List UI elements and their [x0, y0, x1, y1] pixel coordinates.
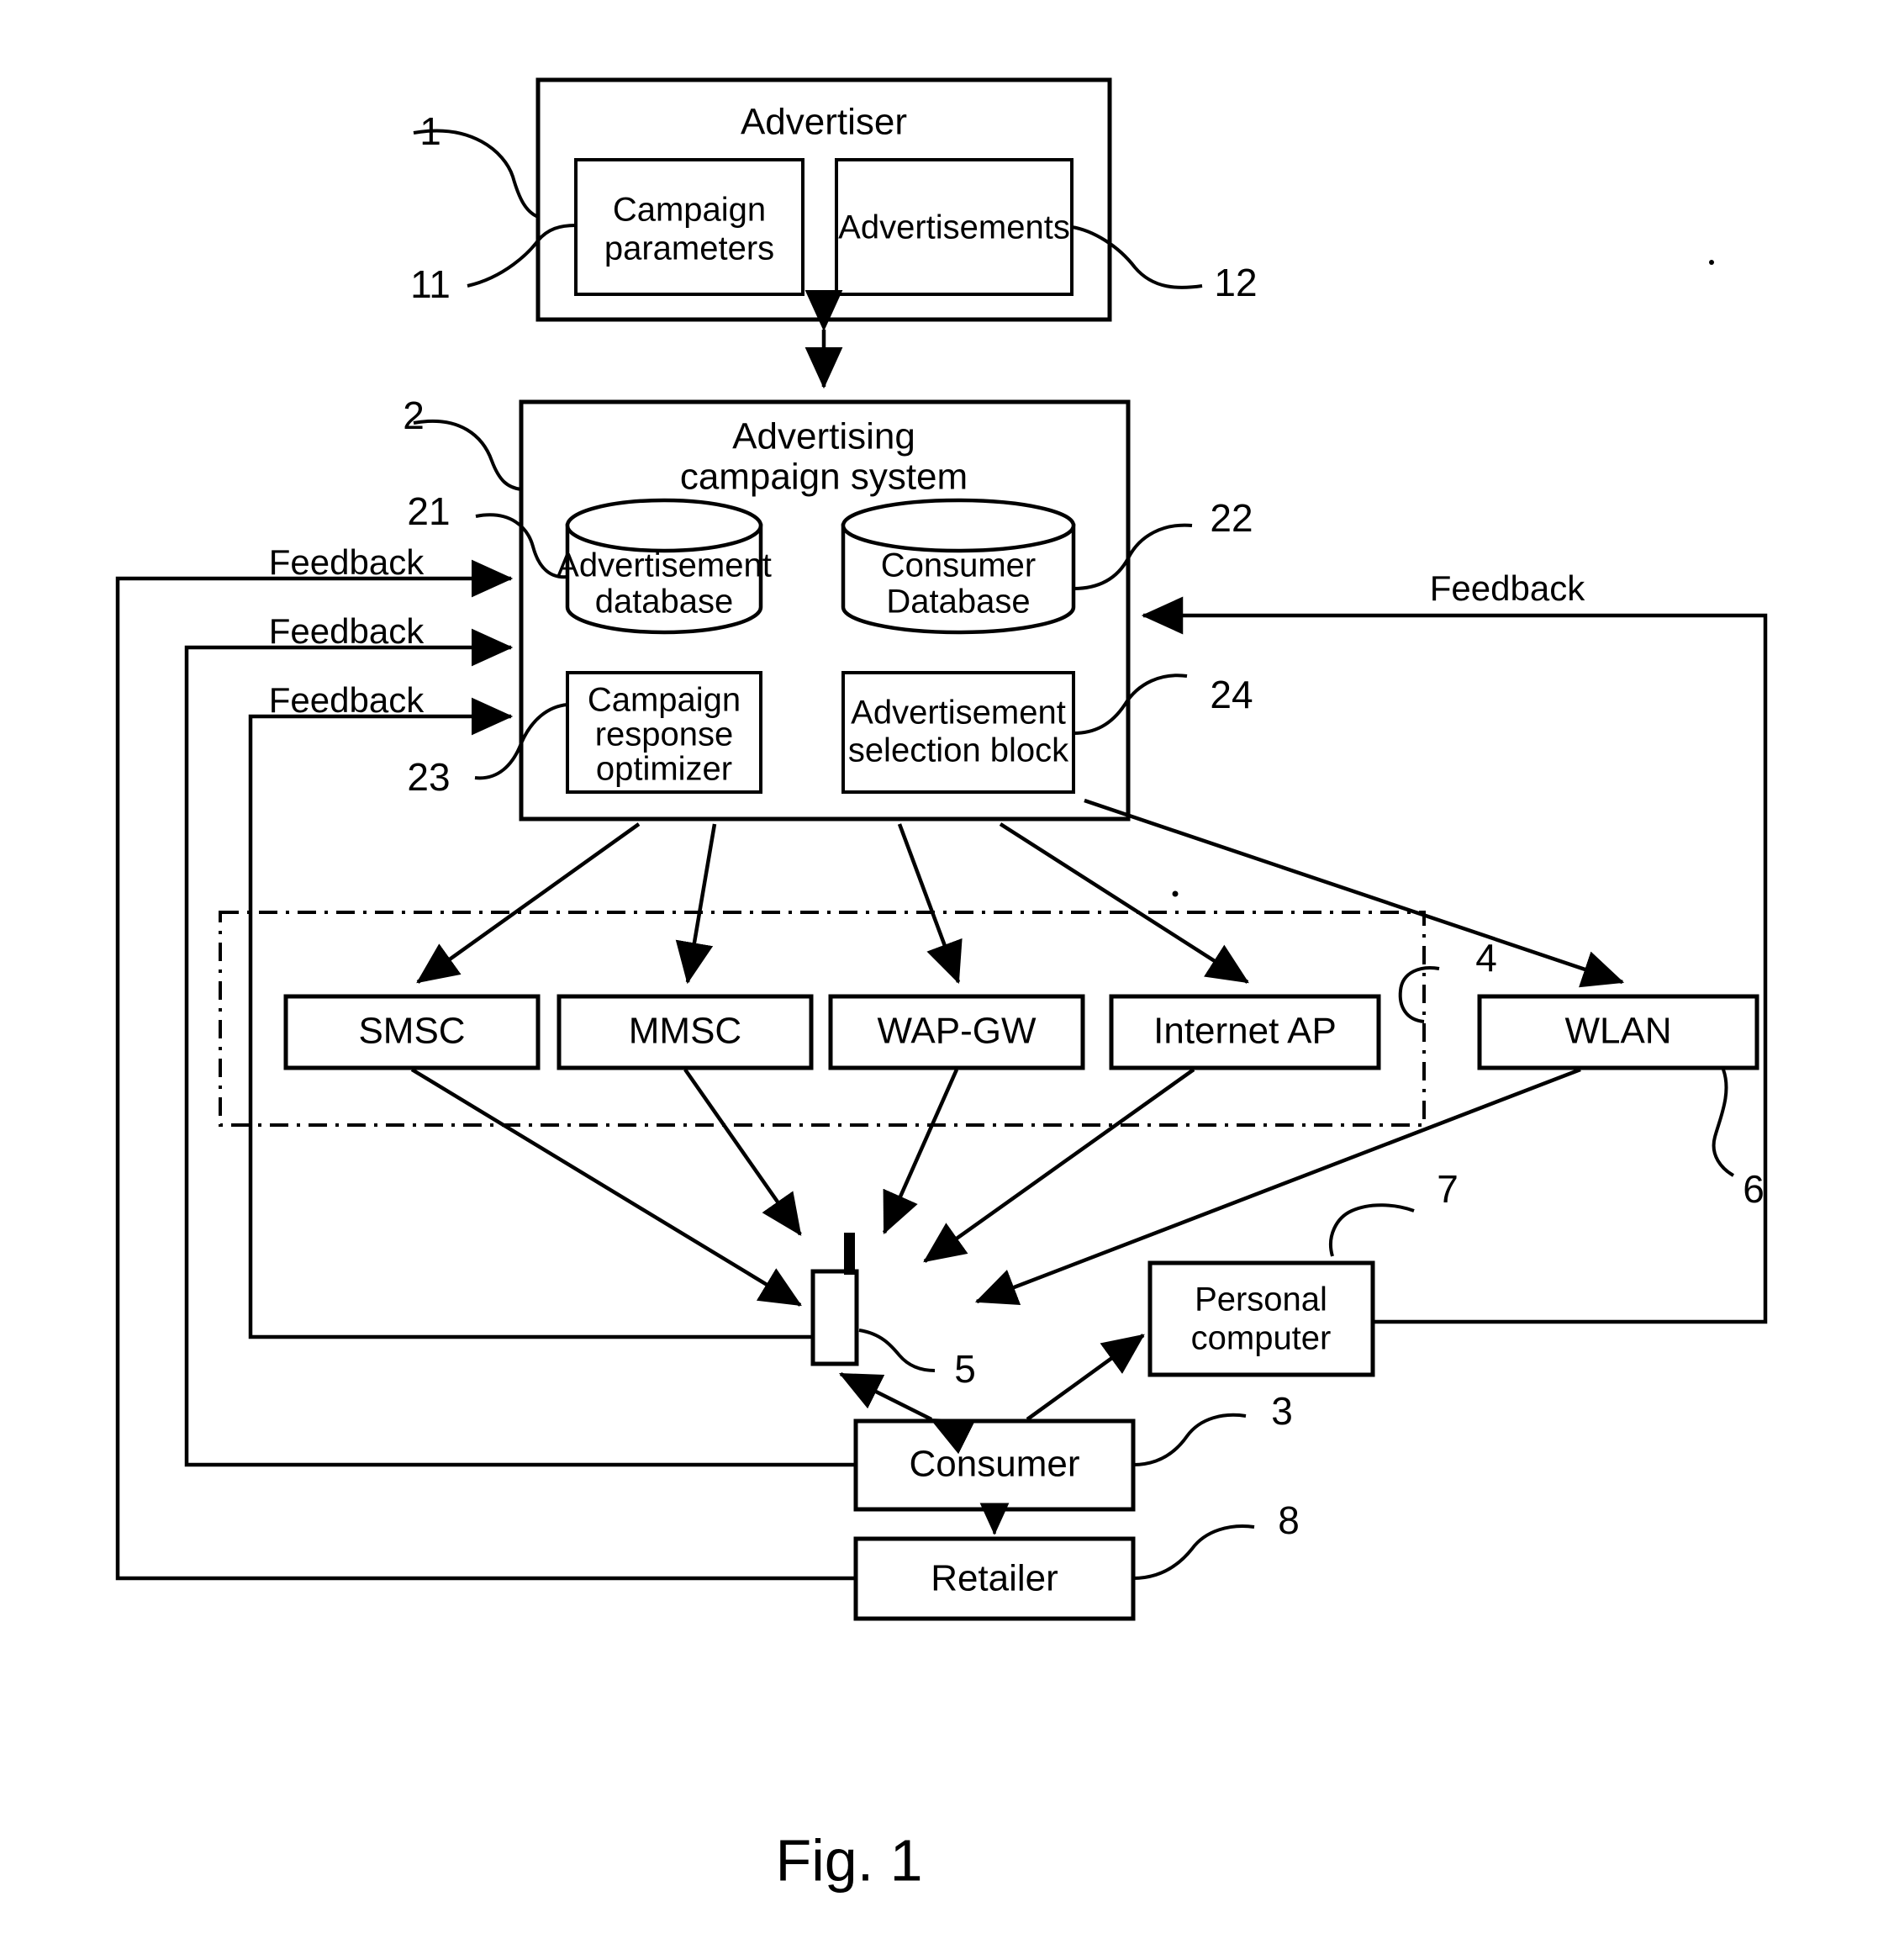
advertisement-database-cylinder-top [565, 498, 763, 553]
ref-num-6: 6 [1743, 1167, 1765, 1211]
feedback-label-left-3: Feedback [269, 680, 425, 720]
node-advertisement-selection-block[interactable]: Advertisement selection block [841, 671, 1075, 794]
advertisement-database-label-line2: database [595, 584, 734, 621]
edge-smsc-to-terminal [410, 1068, 802, 1307]
personal-computer-box[interactable] [1147, 1260, 1375, 1377]
leader-line-ref-8 [1132, 1524, 1255, 1580]
edge-campaign-system-to-mmsc [675, 823, 717, 985]
ref-num-8: 8 [1278, 1498, 1300, 1542]
advertisements-label: Advertisements [838, 209, 1070, 246]
smsc-label: SMSC [358, 1011, 465, 1052]
campaign-parameters-label-line1: Campaign [613, 192, 766, 229]
campaign-system-label-line2: campaign system [680, 457, 968, 498]
ref-num-1: 1 [419, 109, 441, 153]
node-consumer[interactable]: Consumer [853, 1418, 1136, 1512]
feedback-label-left-1: Feedback [269, 542, 425, 582]
ref-num-5: 5 [954, 1347, 976, 1391]
consumer-label: Consumer [910, 1444, 1080, 1485]
retailer-label: Retailer [931, 1558, 1058, 1599]
mobile-terminal-antenna [844, 1233, 855, 1275]
consumer-database-label-line1: Consumer [881, 547, 1037, 584]
campaign-response-optimizer-label-line2: response [595, 716, 734, 753]
edge-mmsc-to-terminal [683, 1068, 802, 1236]
ref-num-21: 21 [407, 489, 450, 533]
mmsc-label: MMSC [629, 1011, 741, 1052]
ref-num-12: 12 [1214, 261, 1257, 304]
wlan-label: WLAN [1564, 1011, 1671, 1052]
personal-computer-label-line1: Personal [1195, 1281, 1327, 1318]
ref-num-2: 2 [403, 394, 425, 437]
edge-consumer-terminal [838, 1371, 976, 1455]
leader-line-ref-2 [413, 419, 522, 491]
scan-artifact-dot-top [1709, 260, 1714, 265]
node-consumer-database[interactable]: Consumer Database [841, 498, 1076, 635]
node-wlan[interactable]: WLAN [1477, 994, 1759, 1070]
node-campaign-system[interactable]: Advertising campaign system Advertisemen… [519, 399, 1131, 822]
campaign-parameters-label-line2: parameters [604, 230, 774, 267]
edge-feedback-pc-to-campaign-system [1141, 596, 1768, 1324]
ref-num-11: 11 [410, 262, 451, 306]
block-diagram-canvas: Advertiser Campaign parameters Advertise… [115, 77, 1768, 1893]
leader-line-ref-4 [1398, 966, 1440, 1023]
feedback-label-right-1: Feedback [1430, 568, 1585, 608]
node-campaign-parameters[interactable]: Campaign parameters [574, 158, 804, 296]
node-advertiser[interactable]: Advertiser Campaign parameters Advertise… [535, 77, 1112, 322]
node-mmsc[interactable]: MMSC [557, 994, 814, 1070]
feedback-label-left-2: Feedback [269, 611, 425, 651]
ref-num-3: 3 [1271, 1389, 1293, 1433]
edge-wap-gw-to-terminal [882, 1069, 959, 1235]
internet-ap-label: Internet AP [1153, 1011, 1337, 1052]
figure-page: Advertiser Campaign parameters Advertise… [0, 0, 1878, 1960]
node-mobile-terminal[interactable] [810, 1233, 859, 1366]
ref-num-7: 7 [1437, 1167, 1459, 1211]
edge-consumer-to-personal-computer [1026, 1334, 1145, 1421]
ref-num-4: 4 [1475, 936, 1497, 980]
leader-line-ref-5 [858, 1329, 936, 1372]
advertiser-label: Advertiser [741, 102, 907, 143]
leader-line-ref-6 [1712, 1069, 1735, 1177]
edge-campaign-system-to-smsc [416, 822, 641, 984]
node-personal-computer[interactable]: Personal computer [1147, 1260, 1375, 1377]
node-smsc[interactable]: SMSC [283, 994, 541, 1070]
node-advertisements[interactable]: Advertisements [835, 158, 1074, 296]
node-wap-gw[interactable]: WAP-GW [828, 994, 1085, 1070]
node-internet-ap[interactable]: Internet AP [1109, 994, 1381, 1070]
leader-line-ref-3 [1132, 1413, 1247, 1466]
consumer-database-label-line2: Database [886, 584, 1030, 621]
consumer-database-cylinder-top [841, 498, 1076, 553]
node-advertisement-database[interactable]: Advertisement database [557, 498, 772, 635]
advertisement-selection-block-label-line1: Advertisement [851, 695, 1066, 732]
campaign-response-optimizer-label-line3: optimizer [596, 751, 732, 788]
advertisement-selection-block-label-line2: selection block [848, 732, 1069, 769]
advertisement-database-label-line1: Advertisement [557, 547, 772, 584]
campaign-system-label-line1: Advertising [732, 416, 915, 457]
personal-computer-label-line2: computer [1191, 1320, 1332, 1357]
figure-caption: Fig. 1 [775, 1827, 922, 1893]
node-campaign-response-optimizer[interactable]: Campaign response optimizer [566, 671, 762, 794]
ref-num-23: 23 [407, 755, 450, 799]
node-retailer[interactable]: Retailer [853, 1536, 1136, 1621]
edge-campaign-system-to-internet-ap [999, 822, 1249, 984]
campaign-response-optimizer-label-line1: Campaign [588, 682, 741, 719]
edge-campaign-system-to-wlan [1084, 798, 1625, 988]
ref-num-22: 22 [1210, 496, 1253, 540]
leader-line-ref-7 [1329, 1203, 1415, 1257]
wap-gw-label: WAP-GW [878, 1011, 1037, 1052]
scan-artifact-dot [1172, 890, 1179, 897]
edge-campaign-system-to-wap-gw [897, 823, 963, 985]
ref-num-24: 24 [1210, 673, 1253, 716]
mobile-terminal-body[interactable] [810, 1269, 859, 1366]
